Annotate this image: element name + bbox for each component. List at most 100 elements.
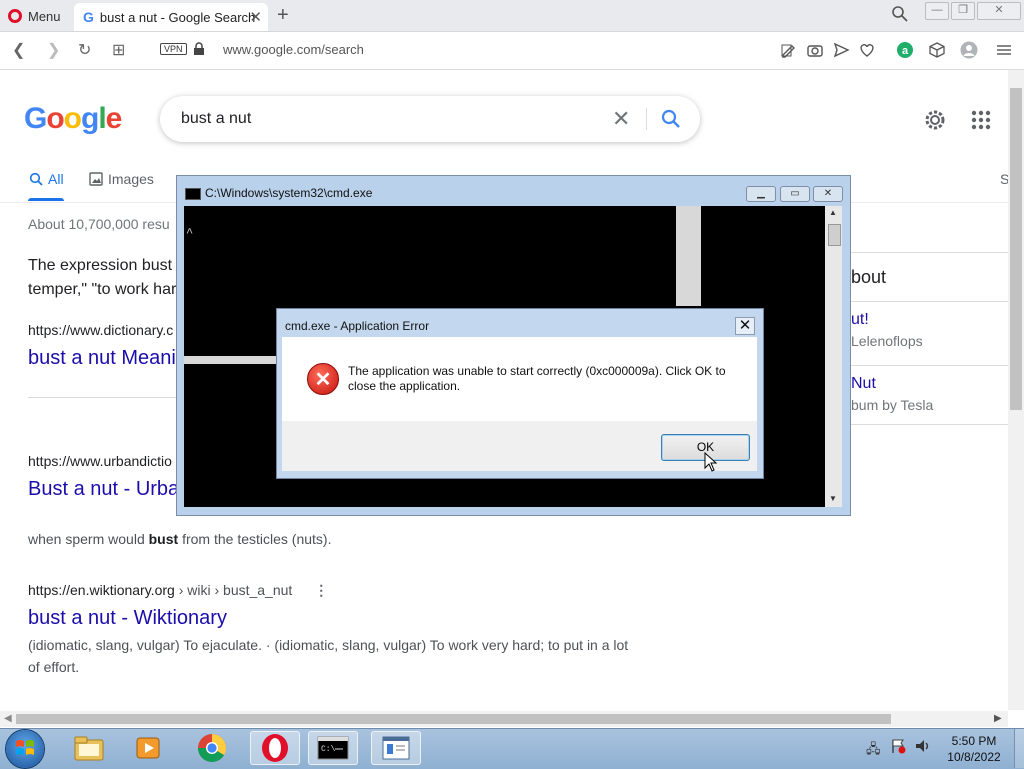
cmd-scroll-thumb[interactable] <box>828 224 841 246</box>
image-icon <box>89 172 103 186</box>
result-title-link[interactable]: Bust a nut - Urba <box>28 478 178 501</box>
extensions-cube-icon[interactable] <box>928 41 946 59</box>
taskbar-media-player[interactable] <box>124 731 174 765</box>
opera-menu-button[interactable]: Menu <box>8 5 61 27</box>
panel-item-title[interactable]: ut! <box>851 311 869 329</box>
forward-icon[interactable]: ❯ <box>47 40 60 60</box>
tray-volume-icon[interactable] <box>914 738 932 759</box>
cmd-artifact-block <box>676 206 701 306</box>
aria-icon[interactable]: a <box>896 41 914 59</box>
window-restore-button[interactable]: ❐ <box>951 2 975 20</box>
cmd-app-icon <box>185 188 201 200</box>
new-tab-button[interactable]: + <box>277 4 289 27</box>
error-x-icon: ✕ <box>307 363 339 395</box>
search-icon[interactable] <box>660 108 682 130</box>
panel-item-subtitle: bum by Tesla <box>851 397 934 413</box>
search-icon <box>29 172 43 186</box>
url-field[interactable]: www.google.com/search <box>223 42 364 57</box>
result-url[interactable]: https://en.wiktionary.org › wiki › bust_… <box>28 582 328 599</box>
opera-logo-icon <box>8 9 22 23</box>
google-logo[interactable]: Google <box>24 102 122 136</box>
easy-setup-icon[interactable] <box>995 41 1013 59</box>
more-options-icon[interactable]: ⋮ <box>314 582 328 598</box>
windows-logo-icon <box>16 740 34 755</box>
result-url-domain: https://en.wiktionary.org <box>28 582 175 598</box>
tab-images[interactable]: Images <box>89 171 154 187</box>
mouse-pointer-icon <box>704 452 718 472</box>
taskbar-error-window[interactable] <box>371 731 421 765</box>
tab-all-label: All <box>48 171 64 187</box>
tray-clock[interactable]: 5:50 PM 10/8/2022 <box>940 733 1008 765</box>
camera-icon[interactable] <box>806 41 824 59</box>
result-description: (idiomatic, slang, vulgar) To ejaculate.… <box>28 637 629 675</box>
show-desktop-button[interactable] <box>1014 729 1024 768</box>
dialog-close-icon[interactable]: ✕ <box>735 317 755 335</box>
taskbar-cmd[interactable]: C:\ <box>308 731 358 765</box>
panel-item-title[interactable]: Nut <box>851 375 876 393</box>
reload-icon[interactable]: ↻ <box>78 40 91 60</box>
google-apps-icon[interactable] <box>971 110 991 130</box>
panel-divider <box>851 365 1008 366</box>
result-title-link[interactable]: bust a nut Meani <box>28 347 178 370</box>
profile-avatar-icon[interactable] <box>960 41 978 59</box>
tab-search-icon[interactable] <box>891 5 909 23</box>
lock-icon[interactable] <box>193 42 205 56</box>
svg-text:a: a <box>902 45 909 57</box>
taskbar-explorer[interactable] <box>64 731 114 765</box>
send-icon[interactable] <box>832 41 850 59</box>
result-url[interactable]: https://www.dictionary.c <box>28 322 178 338</box>
cmd-artifact-bar <box>184 356 279 364</box>
menu-label: Menu <box>28 8 61 24</box>
cmd-scroll-up-icon[interactable]: ▲ <box>829 208 837 217</box>
back-icon[interactable]: ❮ <box>12 40 25 60</box>
google-favicon-icon: G <box>83 9 94 25</box>
clock-date: 10/8/2022 <box>947 750 1001 764</box>
taskbar-chrome[interactable] <box>187 731 237 765</box>
panel-heading: bout <box>851 267 887 287</box>
window-icon <box>382 736 410 760</box>
scroll-right-icon[interactable]: ▶ <box>994 713 1002 724</box>
heart-icon[interactable] <box>858 41 876 59</box>
cmd-icon: C:\ <box>317 736 349 760</box>
tab-close-icon[interactable]: ✕ <box>249 8 262 26</box>
error-dialog-title: cmd.exe - Application Error <box>285 319 430 333</box>
result-url[interactable]: https://www.urbandictio <box>28 453 178 469</box>
cmd-close-button[interactable]: ✕ <box>813 186 843 202</box>
opera-icon <box>262 734 288 762</box>
chrome-icon <box>198 734 226 762</box>
tray-action-center-icon[interactable] <box>890 738 906 759</box>
tab-all-indicator <box>28 198 64 201</box>
panel-divider <box>851 252 1008 253</box>
cmd-minimize-button[interactable]: ▁ <box>746 186 776 202</box>
cmd-maximize-button[interactable]: ▭ <box>780 186 810 202</box>
window-close-button[interactable]: ✕ <box>977 2 1021 20</box>
clear-search-icon[interactable]: ✕ <box>612 106 630 132</box>
result-title-link[interactable]: bust a nut - Wiktionary <box>28 607 227 630</box>
tab-all[interactable]: All <box>29 171 64 187</box>
result-url-path: › wiki › bust_a_nut <box>174 582 293 598</box>
cmd-scroll-down-icon[interactable]: ▼ <box>829 494 837 503</box>
page-vertical-scroll-thumb[interactable] <box>1010 88 1022 410</box>
tab-images-label: Images <box>108 171 154 187</box>
search-box[interactable]: bust a nut ✕ <box>160 96 700 142</box>
browser-tab-active[interactable]: G bust a nut - Google Search ✕ <box>74 3 268 31</box>
result-divider <box>28 397 180 398</box>
result-desc-text: when sperm would <box>28 531 149 547</box>
svg-text:C:\: C:\ <box>321 745 336 754</box>
cmd-vertical-scrollbar[interactable] <box>825 206 842 507</box>
tray-network-icon[interactable]: 🖧 <box>866 740 881 762</box>
snippet-line-1: The expression bust <box>28 257 173 274</box>
tab-title: bust a nut - Google Search <box>99 9 256 25</box>
panel-item-subtitle: Lelenoflops <box>851 333 923 349</box>
window-minimize-button[interactable]: — <box>925 2 949 20</box>
search-input[interactable]: bust a nut <box>181 110 251 128</box>
page-horizontal-scroll-thumb[interactable] <box>16 714 891 724</box>
snapshot-edit-icon[interactable] <box>780 41 798 59</box>
speed-dial-icon[interactable]: ⊞ <box>112 40 125 60</box>
scroll-left-icon[interactable]: ◀ <box>4 713 12 724</box>
taskbar-opera[interactable] <box>250 731 300 765</box>
vpn-badge[interactable]: VPN <box>160 43 187 55</box>
result-desc-bold: bust <box>148 531 179 547</box>
settings-gear-icon[interactable] <box>923 108 947 132</box>
featured-snippet: The expression bust temper," "to work ha… <box>28 254 178 302</box>
